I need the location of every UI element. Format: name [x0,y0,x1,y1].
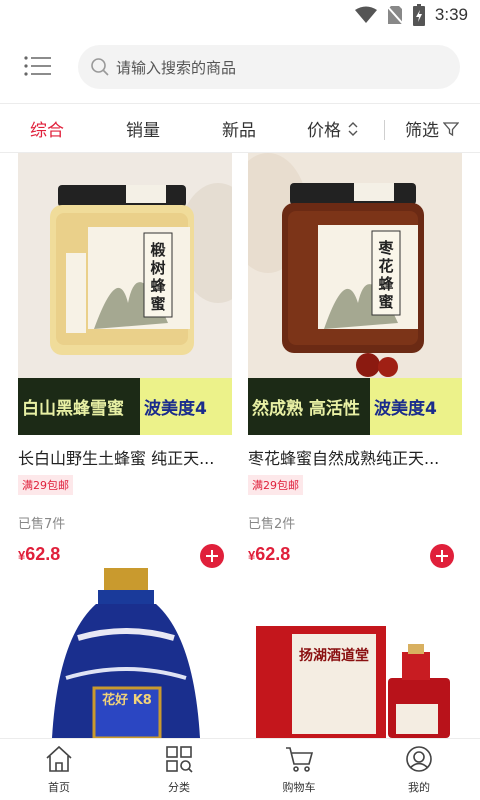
banner-right-text: 波美度4 [140,378,232,435]
jar-label-char: 蜂 [150,277,166,295]
tab-filter[interactable]: 筛选 [405,116,459,141]
banner-left-text: 白山黑蜂雪蜜 [22,399,124,419]
banner-left-text: 然成熟 高活性 [252,399,360,419]
search-input[interactable]: 请输入搜索的商品 [78,45,460,89]
search-placeholder: 请输入搜索的商品 [116,59,237,77]
liquor-bottle-image[interactable]: 花好 K8 [18,568,232,738]
jar-label-char: 椴 [150,241,165,259]
nav-profile[interactable]: 我的 [384,745,454,795]
jar-label-char: 蜜 [378,293,393,311]
no-sim-icon [386,5,403,25]
price-value: 62.8 [25,544,61,564]
home-icon [46,745,72,772]
tab-new[interactable]: 新品 [222,116,256,141]
tab-filter-label: 筛选 [405,121,439,141]
nav-cart-label: 购物车 [282,781,316,794]
product-banner: 然成熟 高活性 波美度4 [248,378,462,435]
jar-label-char: 树 [150,259,165,277]
wifi-icon [354,6,377,23]
jar-label-char: 蜂 [378,275,394,293]
jar-label-char: 蜜 [150,295,165,313]
status-time: 3:39 [434,5,468,24]
tab-comprehensive[interactable]: 综合 [30,116,64,141]
bottom-nav: 首页 分类 购物车 我的 [0,738,480,800]
honey-jar-image: 椴 树 蜂 蜜 [18,153,232,378]
box-label-text: 扬湖酒道堂 [299,647,369,664]
honey-jar-image: 枣 花 蜂 蜜 [248,153,462,378]
nav-cart[interactable]: 购物车 [264,745,334,795]
product-image[interactable]: 枣 花 蜂 蜜 然成熟 高活性 波美度4 [248,153,462,435]
jar-label-char: 花 [378,257,393,275]
add-to-cart-button[interactable] [200,544,224,568]
product-card[interactable]: 枣 花 蜂 蜜 然成熟 高活性 波美度4 枣花蜂蜜自然成熟纯正天... 满29包… [248,153,462,570]
nav-home-label: 首页 [48,781,70,794]
tab-price-label: 价格 [307,121,341,141]
battery-icon [412,4,425,26]
sort-toggle-icon [348,121,358,136]
nav-home[interactable]: 首页 [24,745,94,795]
promo-badge: 满29包邮 [18,475,73,495]
promo-badge: 满29包邮 [248,475,303,495]
bottle-label-text: 花好 K8 [102,692,152,708]
search-icon [91,58,109,76]
product-banner: 白山黑蜂雪蜜 波美度4 [18,378,232,435]
category-icon [166,746,193,773]
tab-price[interactable]: 价格 [307,116,359,141]
user-icon [406,746,432,772]
price-row: ¥62.8 [18,544,232,570]
nav-category-label: 分类 [168,781,190,794]
banner-right-text: 波美度4 [370,378,462,435]
product-image[interactable]: 椴 树 蜂 蜜 白山黑蜂雪蜜 波美度4 [18,153,232,435]
list-menu-icon [24,56,51,76]
product-title[interactable]: 枣花蜂蜜自然成熟纯正天... [248,445,462,469]
add-to-cart-button[interactable] [430,544,454,568]
sold-count: 已售7件 [18,517,66,532]
nav-category[interactable]: 分类 [144,745,214,795]
tab-sales[interactable]: 销量 [126,116,160,141]
price-value: 62.8 [255,544,291,564]
status-bar: 3:39 [0,0,480,32]
product-card[interactable]: 扬湖酒道堂 [248,568,462,738]
product-card[interactable]: 椴 树 蜂 蜜 白山黑蜂雪蜜 波美度4 长白山野生土蜂蜜 纯正天... 满29包… [18,153,232,570]
search-row: 请输入搜索的商品 [0,38,480,98]
product-card[interactable]: 花好 K8 [18,568,232,738]
product-title[interactable]: 长白山野生土蜂蜜 纯正天... [18,445,232,469]
price: ¥62.8 [248,544,290,564]
sort-tabs: 综合 销量 新品 价格 筛选 [0,103,480,153]
tab-divider [384,120,385,140]
price-row: ¥62.8 [248,544,462,570]
filter-icon [443,121,459,136]
menu-button[interactable] [24,54,52,80]
liquor-box-image[interactable]: 扬湖酒道堂 [248,568,462,738]
price: ¥62.8 [18,544,60,564]
sold-count: 已售2件 [248,517,296,532]
cart-icon [286,747,314,772]
nav-profile-label: 我的 [408,781,430,794]
jar-label-char: 枣 [377,239,394,257]
